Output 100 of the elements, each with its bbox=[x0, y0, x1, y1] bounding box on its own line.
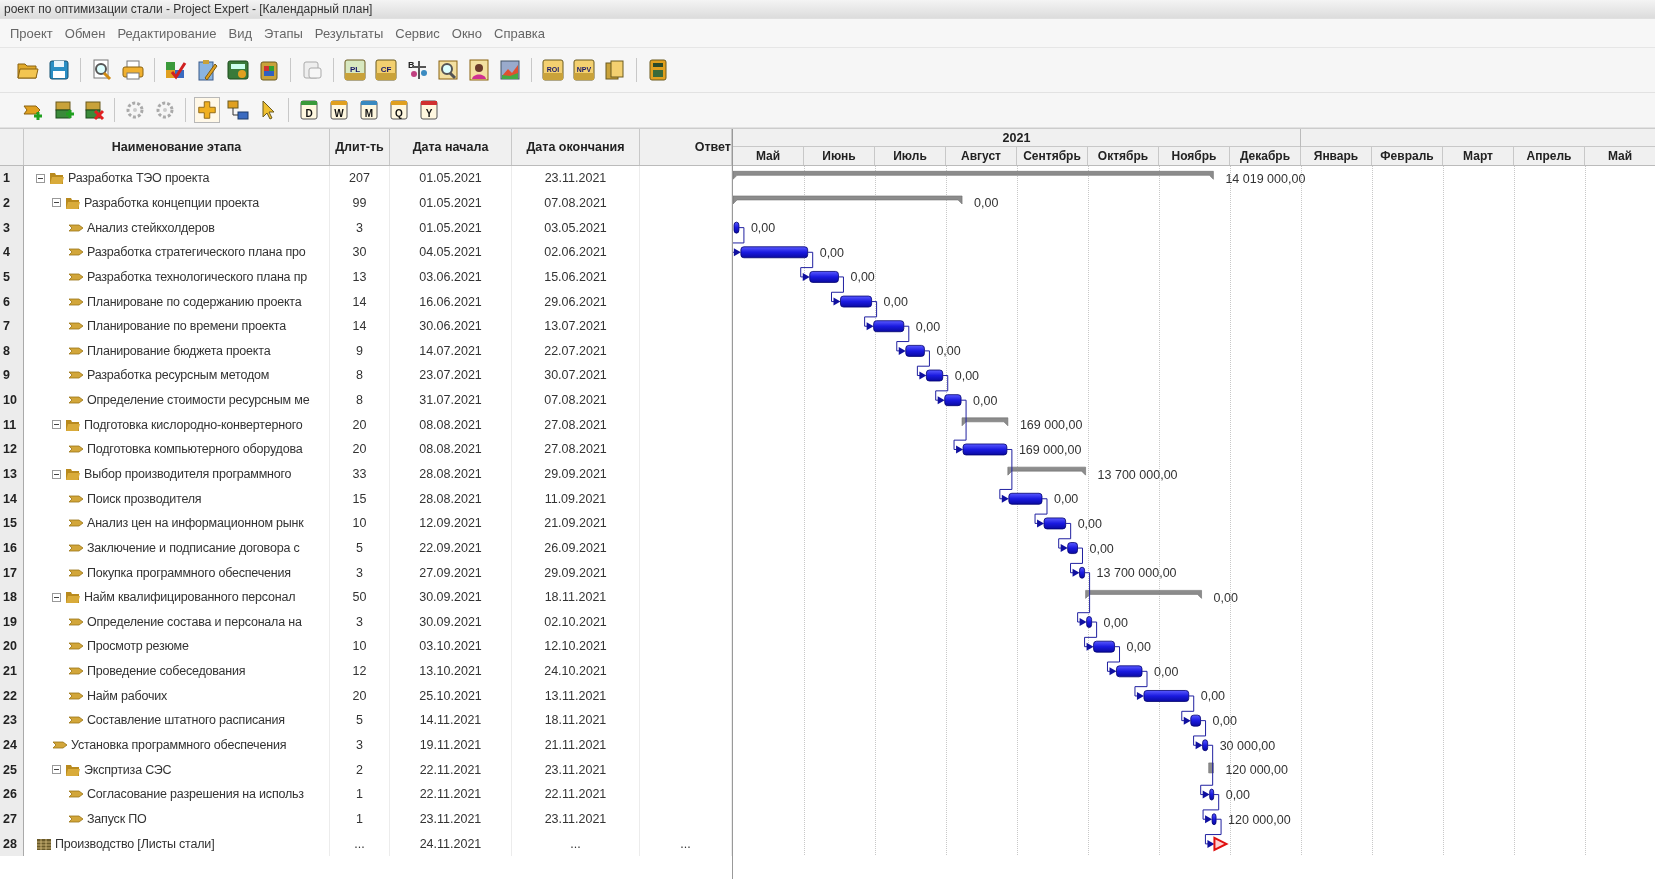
clipboard-pen-icon[interactable] bbox=[195, 58, 219, 82]
task-bar bbox=[1202, 739, 1209, 752]
stage-name: Анализ стейкхолдеров bbox=[87, 220, 215, 235]
chart-icon[interactable] bbox=[498, 58, 522, 82]
arrow-icon bbox=[68, 690, 84, 701]
month-header: Октябрь bbox=[1088, 147, 1159, 165]
task-bar bbox=[962, 443, 1008, 456]
table-cell: 29.06.2021 bbox=[544, 294, 607, 309]
cost-label: 0,00 bbox=[819, 245, 845, 260]
documents-icon[interactable] bbox=[603, 58, 627, 82]
delete-block-icon[interactable] bbox=[82, 98, 106, 122]
row-number: 24 bbox=[0, 732, 24, 758]
collapse-toggle[interactable] bbox=[36, 173, 45, 183]
person-icon[interactable] bbox=[467, 58, 491, 82]
stage-name: Разработка концепции проекта bbox=[84, 195, 260, 210]
arrow-icon bbox=[68, 247, 84, 258]
calculator-icon[interactable] bbox=[646, 58, 670, 82]
dependency-arrow bbox=[953, 399, 967, 454]
print-preview-icon[interactable] bbox=[90, 58, 114, 82]
report-icon[interactable]: CF bbox=[374, 58, 398, 82]
calendar-icon[interactable]: Y bbox=[417, 98, 441, 122]
table-cell: 25.10.2021 bbox=[419, 688, 482, 703]
add-block-icon[interactable] bbox=[52, 98, 76, 122]
menu-item[interactable]: Обмен bbox=[58, 25, 112, 41]
month-header: Июль bbox=[875, 147, 946, 165]
calendar-icon[interactable]: M bbox=[357, 98, 381, 122]
row-number: 14 bbox=[0, 486, 24, 511]
table-cell: 22.11.2021 bbox=[419, 762, 482, 777]
table-cell: 08.08.2021 bbox=[419, 417, 482, 432]
cost-label: 120 000,00 bbox=[1228, 812, 1291, 827]
collapse-toggle[interactable] bbox=[52, 592, 61, 602]
folder-icon bbox=[65, 417, 81, 432]
calculator-board-icon[interactable] bbox=[226, 58, 250, 82]
year-label: 2021 bbox=[1002, 130, 1031, 145]
row-number: 7 bbox=[0, 313, 24, 339]
collapse-toggle[interactable] bbox=[52, 469, 61, 479]
month-header: Ноябрь bbox=[1159, 147, 1230, 165]
table-cell: 22.11.2021 bbox=[544, 787, 607, 802]
calendar-icon[interactable]: W bbox=[327, 98, 351, 122]
task-bar bbox=[1211, 813, 1217, 826]
table-cell: 24.11.2021 bbox=[419, 836, 482, 851]
task-bar bbox=[1067, 542, 1078, 554]
report-icon[interactable]: PL bbox=[343, 58, 367, 82]
cost-label: 0,00 bbox=[1089, 541, 1114, 556]
collapse-toggle[interactable] bbox=[52, 198, 61, 208]
menu-item[interactable]: Результаты bbox=[308, 25, 390, 41]
arrow-icon bbox=[68, 715, 84, 726]
arrow-icon bbox=[68, 567, 84, 578]
month-header: Март bbox=[1443, 147, 1514, 165]
column-header: Дата начала bbox=[390, 129, 512, 165]
table-cell: ... bbox=[354, 836, 365, 851]
table-cell: 01.05.2021 bbox=[419, 171, 482, 186]
dependency-arrow bbox=[1204, 818, 1222, 848]
task-bar bbox=[740, 246, 809, 259]
month-header: Август bbox=[946, 147, 1017, 165]
menu-item[interactable]: Окно bbox=[445, 25, 488, 41]
save-icon[interactable] bbox=[47, 58, 71, 82]
table-cell: 01.05.2021 bbox=[419, 195, 482, 210]
cost-label: 0,00 bbox=[974, 196, 999, 211]
printer-icon[interactable] bbox=[121, 58, 145, 82]
collapse-toggle[interactable] bbox=[52, 765, 61, 775]
menu-item[interactable]: Сервис bbox=[389, 25, 446, 41]
hierarchy-icon[interactable] bbox=[226, 98, 250, 122]
table-cell: 13.11.2021 bbox=[544, 688, 607, 703]
calendar-icon[interactable]: Q bbox=[387, 98, 411, 122]
arrow-icon bbox=[68, 789, 84, 800]
table-cell: 18.11.2021 bbox=[544, 713, 607, 728]
table-cell: 12 bbox=[352, 664, 367, 679]
add-button[interactable] bbox=[194, 97, 220, 123]
row-number: 1 bbox=[0, 166, 24, 191]
collapse-toggle[interactable] bbox=[52, 420, 61, 430]
table-cell: 5 bbox=[356, 713, 363, 728]
table-cell: 03.05.2021 bbox=[544, 220, 607, 235]
calendar-icon[interactable]: D bbox=[297, 98, 321, 122]
table-cell: 08.08.2021 bbox=[419, 442, 482, 457]
row-number: 5 bbox=[0, 264, 24, 290]
menu-item[interactable]: Редактирование bbox=[111, 25, 223, 41]
table-cell: 26.09.2021 bbox=[544, 540, 607, 555]
dependency-arrow bbox=[800, 251, 814, 281]
table-cell: 8 bbox=[356, 393, 363, 408]
task-bar bbox=[1079, 566, 1085, 579]
month-header: Декабрь bbox=[1230, 147, 1301, 165]
cost-label: 0,00 bbox=[915, 319, 941, 334]
table-cell: 10 bbox=[352, 639, 367, 654]
menu-item[interactable]: Проект bbox=[4, 25, 59, 41]
menu-item[interactable]: Этапы bbox=[258, 25, 309, 41]
cost-label: 0,00 bbox=[936, 344, 961, 359]
dependency-arrow bbox=[864, 301, 878, 331]
row-number: 13 bbox=[0, 461, 24, 487]
stage-name: Проведение собеседования bbox=[87, 664, 246, 679]
table-cell: 29.09.2021 bbox=[544, 565, 607, 580]
menu-item[interactable]: Вид bbox=[222, 25, 258, 41]
table-cell: 30.09.2021 bbox=[419, 614, 482, 629]
column-header: Наименование этапа bbox=[24, 129, 330, 165]
row-number: 2 bbox=[0, 190, 24, 216]
menu-item[interactable]: Справка bbox=[488, 25, 551, 41]
arrow-icon bbox=[68, 370, 84, 381]
cost-label: 0,00 bbox=[850, 270, 875, 285]
magnifier-icon[interactable] bbox=[436, 58, 460, 82]
table-cell: 03.10.2021 bbox=[419, 639, 482, 654]
